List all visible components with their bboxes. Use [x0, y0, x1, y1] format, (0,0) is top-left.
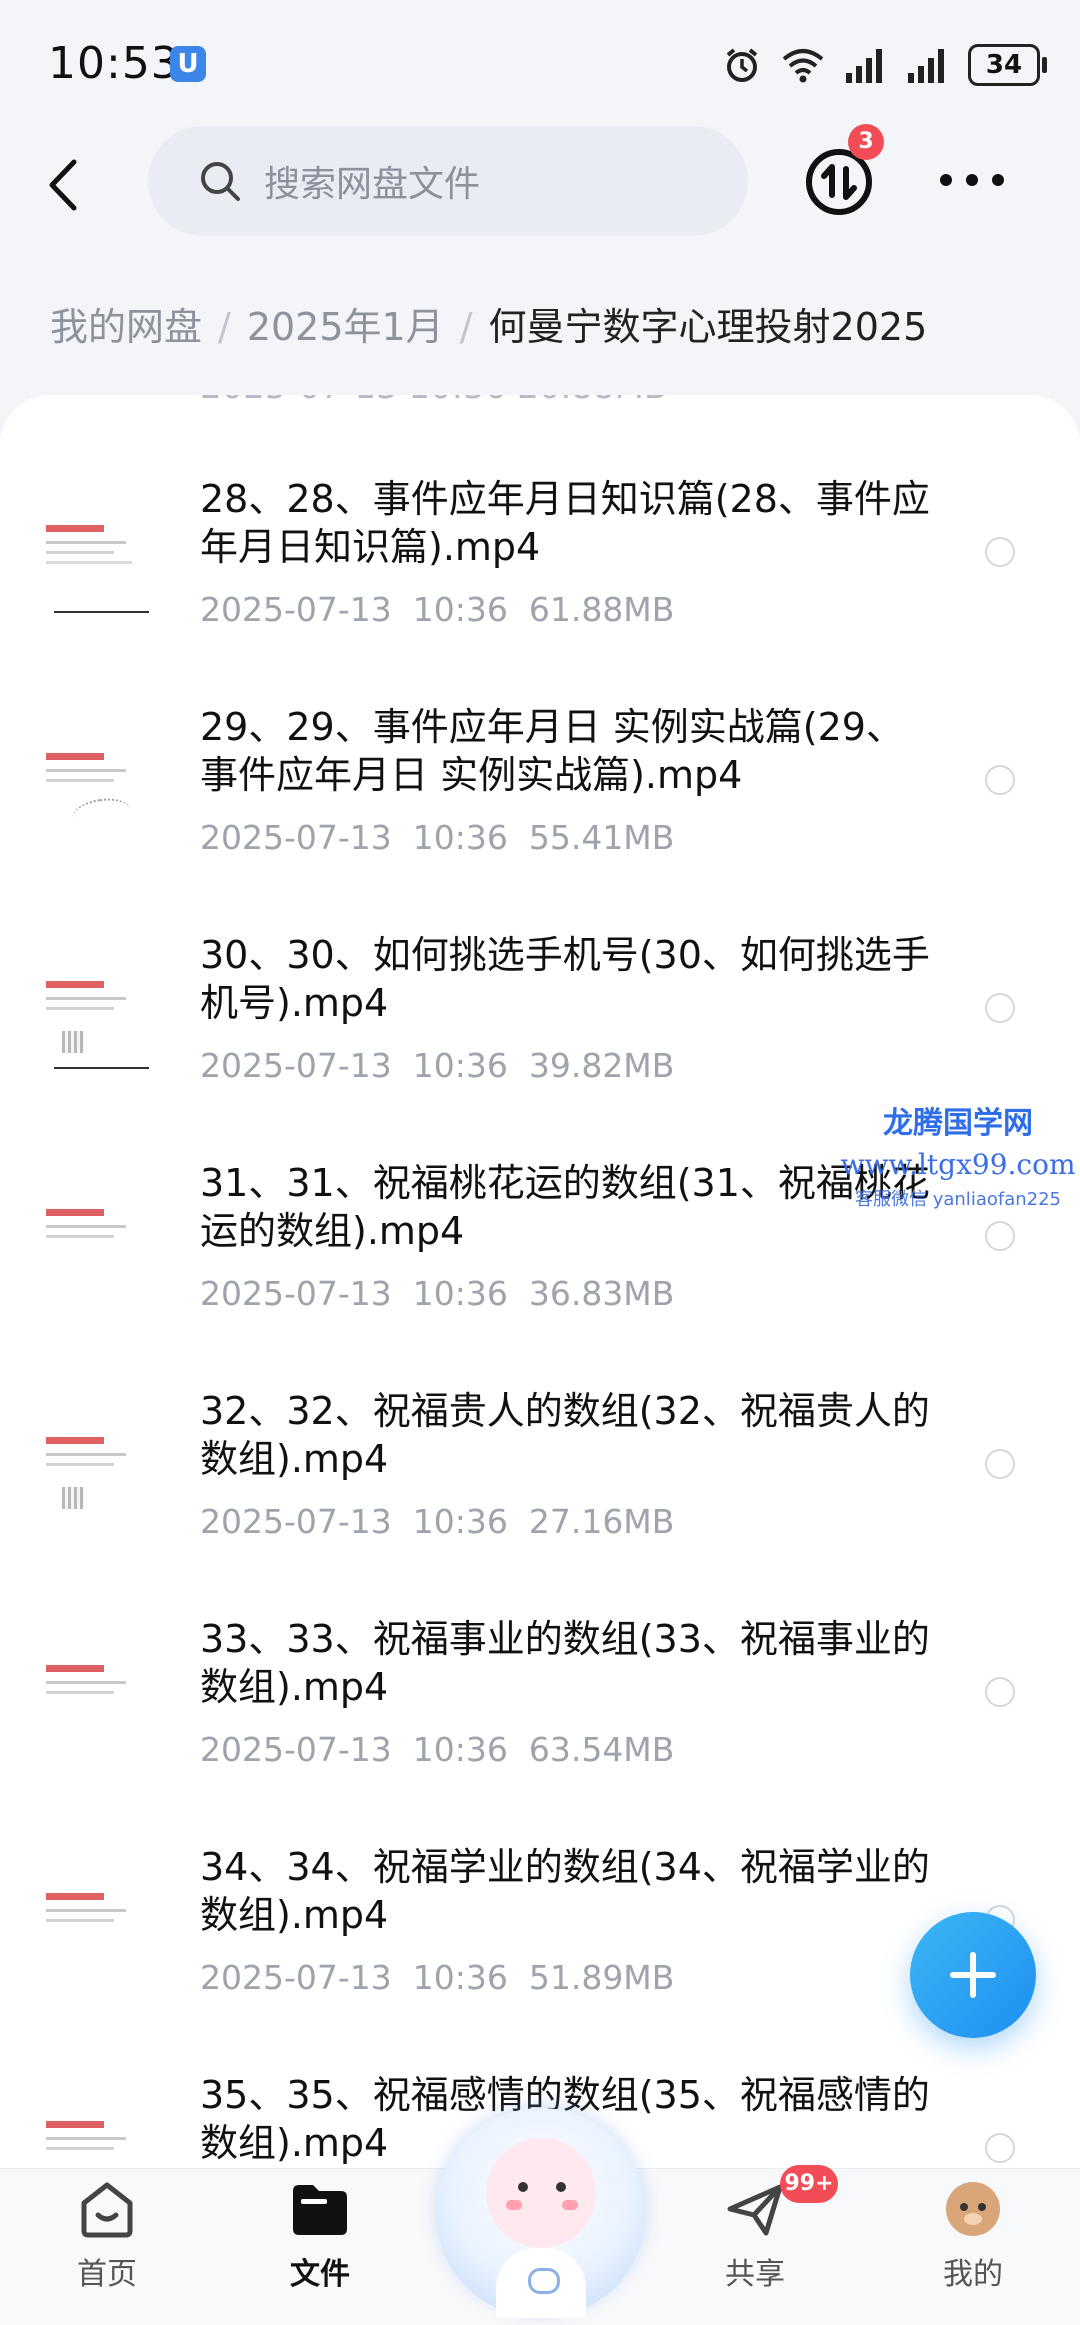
breadcrumb-parent[interactable]: 2025年1月 [247, 305, 444, 349]
breadcrumb-current: 何曼宁数字心理投射2025 [488, 305, 928, 349]
file-row[interactable]: 33、33、祝福事业的数组(33、祝福事业的数组).mp4 2025-07-13… [0, 1615, 1080, 1843]
breadcrumb-separator: / [459, 305, 473, 349]
watermark-contact: 客服微信 yanliaofan225 [855, 1189, 1061, 1210]
watermark: 龙腾国学网 www.ltgx99.com 客服微信 yanliaofan225 [838, 1098, 1078, 1211]
folder-icon [293, 2185, 347, 2235]
share-count-badge: 99+ [780, 2165, 838, 2203]
file-row[interactable]: 32、32、祝福贵人的数组(32、祝福贵人的数组).mp4 2025-07-13… [0, 1387, 1080, 1615]
select-checkbox[interactable] [985, 993, 1015, 1023]
video-thumbnail [42, 1657, 154, 1757]
signal-icon-2 [908, 49, 944, 83]
add-button[interactable] [910, 1912, 1036, 2038]
file-meta-partial: 2025-07-13 10:36 20.88MB [200, 395, 667, 407]
select-checkbox[interactable] [985, 2133, 1015, 2163]
status-icons: 34 [722, 42, 1047, 88]
clock: 10:53 [48, 38, 180, 89]
file-meta: 2025-07-13 10:36 61.88MB [200, 590, 675, 629]
nav-me-label: 我的 [943, 2257, 1003, 2292]
select-checkbox[interactable] [985, 765, 1015, 795]
video-thumbnail [42, 517, 154, 617]
transfer-count-badge: 3 [848, 124, 884, 160]
file-name: 30、30、如何挑选手机号(30、如何挑选手机号).mp4 [200, 933, 930, 1025]
plus-icon [950, 1952, 996, 1998]
signal-icon [846, 49, 882, 83]
back-arrow-icon[interactable] [40, 150, 90, 220]
avatar [946, 2182, 1000, 2236]
nav-files[interactable]: 文件 [255, 2179, 385, 2293]
paper-plane-icon [727, 2184, 783, 2236]
file-row[interactable]: 28、28、事件应年月日知识篇(28、事件应年月日知识篇).mp4 2025-0… [0, 475, 1080, 703]
file-name: 33、33、祝福事业的数组(33、祝福事业的数组).mp4 [200, 1617, 930, 1709]
search-placeholder: 搜索网盘文件 [264, 164, 481, 205]
select-checkbox[interactable] [985, 1677, 1015, 1707]
nav-home-label: 首页 [77, 2257, 137, 2292]
nav-me[interactable]: 我的 [908, 2179, 1038, 2293]
video-thumbnail [42, 745, 154, 845]
select-checkbox[interactable] [985, 1449, 1015, 1479]
video-thumbnail [42, 973, 154, 1073]
file-meta: 2025-07-13 10:36 63.54MB [200, 1730, 675, 1769]
alarm-icon [726, 48, 758, 82]
wifi-icon [782, 49, 824, 83]
file-meta: 2025-07-13 10:36 55.41MB [200, 818, 675, 857]
select-checkbox[interactable] [985, 537, 1015, 567]
top-bar: 搜索网盘文件 3 [0, 120, 1080, 250]
file-row[interactable]: 29、29、事件应年月日 实例实战篇(29、事件应年月日 实例实战篇).mp4 … [0, 703, 1080, 931]
video-thumbnail [42, 1429, 154, 1529]
nav-share-label: 共享 [725, 2257, 785, 2292]
video-thumbnail [42, 1885, 154, 1985]
file-meta: 2025-07-13 10:36 39.82MB [200, 1046, 675, 1085]
nav-home[interactable]: 首页 [42, 2179, 172, 2293]
breadcrumb: 我的网盘 / 2025年1月 / 何曼宁数字心理投射2025 [50, 296, 927, 351]
file-name: 29、29、事件应年月日 实例实战篇(29、事件应年月日 实例实战篇).mp4 [200, 705, 904, 797]
more-options-icon[interactable] [940, 160, 1004, 200]
battery-indicator: 34 [968, 44, 1047, 86]
select-checkbox[interactable] [985, 1221, 1015, 1251]
notification-app-icon: U [170, 46, 206, 82]
file-name: 32、32、祝福贵人的数组(32、祝福贵人的数组).mp4 [200, 1389, 930, 1481]
nav-files-label: 文件 [290, 2257, 350, 2292]
watermark-url: www.ltgx99.com [840, 1148, 1076, 1181]
file-name: 31、31、祝福桃花运的数组(31、祝福桃花运的数组).mp4 [200, 1161, 930, 1253]
file-name: 34、34、祝福学业的数组(34、祝福学业的数组).mp4 [200, 1845, 930, 1937]
video-thumbnail [42, 1201, 154, 1301]
file-meta: 2025-07-13 10:36 36.83MB [200, 1274, 675, 1313]
watermark-title: 龙腾国学网 [883, 1106, 1033, 1141]
status-bar: 10:53 U 34 [0, 0, 1080, 130]
search-input[interactable]: 搜索网盘文件 [148, 126, 748, 236]
video-thumbnail [42, 2113, 154, 2175]
file-meta: 2025-07-13 10:36 27.16MB [200, 1502, 675, 1541]
assistant-mascot-button[interactable] [436, 2108, 646, 2318]
home-icon [81, 2182, 133, 2238]
file-name: 28、28、事件应年月日知识篇(28、事件应年月日知识篇).mp4 [200, 477, 930, 569]
file-meta: 2025-07-13 10:36 51.89MB [200, 1958, 675, 1997]
breadcrumb-separator: / [218, 305, 231, 349]
breadcrumb-root[interactable]: 我的网盘 [50, 305, 202, 349]
search-icon [201, 162, 240, 201]
file-list: 2025-07-13 10:36 20.88MB 28、28、事件应年月日知识篇… [0, 395, 1080, 2175]
